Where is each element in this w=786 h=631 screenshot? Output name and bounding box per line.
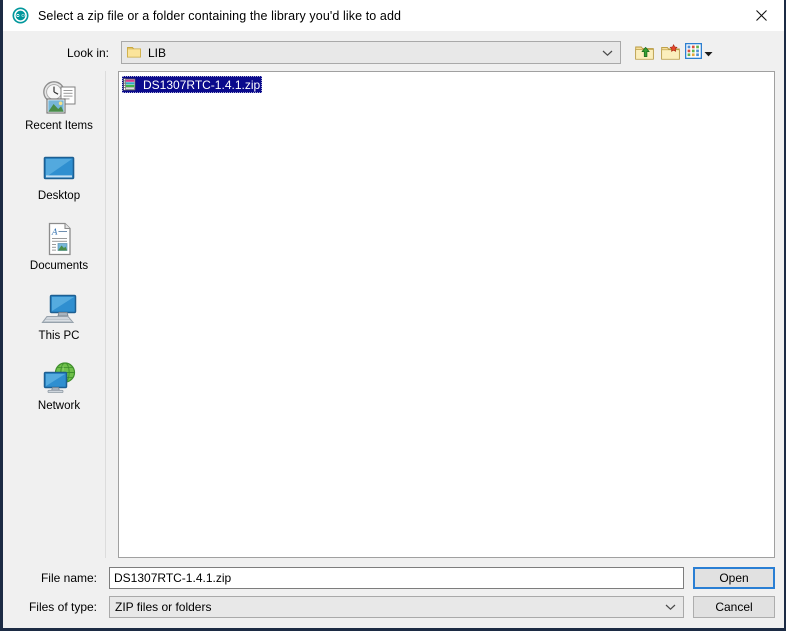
svg-text:A: A: [51, 228, 58, 237]
places-sidebar: Recent Items Desktop A Documents This PC…: [13, 71, 106, 558]
chevron-down-icon: [665, 600, 676, 614]
folder-icon: [127, 45, 141, 61]
dialog-body: Recent Items Desktop A Documents This PC…: [3, 66, 784, 558]
files-of-type-label-static: Files of type:: [28, 600, 97, 614]
close-icon[interactable]: [738, 0, 784, 30]
open-button[interactable]: Open: [693, 567, 775, 589]
dialog-title: Select a zip file or a folder containing…: [38, 8, 402, 23]
look-in-label: Look in:: [66, 45, 109, 60]
look-in-value: LIB: [148, 45, 167, 60]
cancel-button-container: Cancel: [693, 596, 775, 618]
zip-archive-icon: [122, 77, 138, 92]
file-chooser-toolbar: [632, 41, 714, 64]
files-of-type-row: Files of type: ZIP files or folders Canc…: [13, 596, 775, 618]
sidebar-item-label: This PC: [38, 330, 80, 342]
dialog-footer: File name: Open Files of type: ZIP files…: [3, 558, 784, 628]
sidebar-item-this-pc[interactable]: This PC: [17, 285, 101, 355]
sidebar-item-label: Network: [37, 400, 81, 412]
view-grid-icon: [684, 42, 703, 62]
up-one-level-button[interactable]: [632, 41, 656, 64]
file-list-panel[interactable]: DS1307RTC-1.4.1.zip: [118, 71, 775, 558]
look-in-combobox[interactable]: LIB: [121, 41, 621, 64]
sidebar-item-documents[interactable]: A Documents: [17, 215, 101, 285]
file-list: DS1307RTC-1.4.1.zip: [119, 72, 774, 93]
files-of-type-value: ZIP files or folders: [115, 600, 212, 614]
sidebar-item-desktop[interactable]: Desktop: [17, 145, 101, 215]
this-pc-icon: [38, 288, 80, 330]
file-list-item[interactable]: DS1307RTC-1.4.1.zip: [122, 76, 263, 93]
sidebar-item-label: Documents: [29, 260, 89, 272]
documents-icon: A: [38, 218, 80, 260]
create-new-folder-button[interactable]: [658, 41, 682, 64]
sidebar-item-label: Desktop: [37, 190, 81, 202]
dropdown-triangle-icon: [704, 46, 713, 60]
chevron-down-icon: [602, 46, 613, 60]
look-in-row: Look in: LIB: [3, 39, 784, 66]
sidebar-item-label: Recent Items: [25, 120, 93, 132]
recent-items-icon: [38, 78, 80, 120]
open-button-container: Open: [693, 567, 775, 589]
sidebar-item-network[interactable]: Network: [17, 355, 101, 425]
file-name-input[interactable]: [109, 567, 684, 589]
file-name-label: DS1307RTC-1.4.1.zip: [143, 77, 261, 92]
file-chooser-dialog: Select a zip file or a folder containing…: [0, 0, 786, 631]
arduino-logo-icon: [12, 7, 29, 24]
file-name-label-static: File name:: [40, 571, 97, 585]
cancel-button[interactable]: Cancel: [693, 596, 775, 618]
files-of-type-combobox[interactable]: ZIP files or folders: [109, 596, 684, 618]
sidebar-item-recent-items[interactable]: Recent Items: [17, 75, 101, 145]
title-bar: Select a zip file or a folder containing…: [3, 0, 784, 31]
file-name-row: File name: Open: [13, 567, 775, 589]
desktop-icon: [38, 148, 80, 190]
view-menu-button[interactable]: [684, 41, 714, 64]
network-icon: [38, 358, 80, 400]
